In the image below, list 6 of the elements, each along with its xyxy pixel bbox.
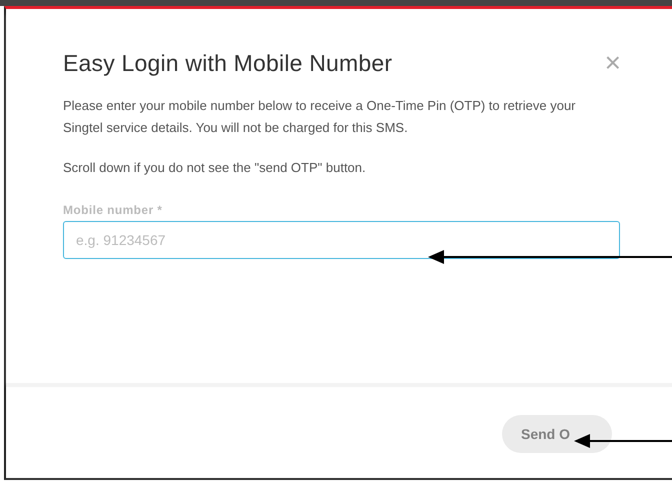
close-button[interactable]: ×: [602, 49, 623, 77]
instruction-text: Scroll down if you do not see the "send OTP" button.: [63, 159, 367, 177]
mobile-number-field[interactable]: e.g. 91234567: [63, 221, 620, 259]
dialog-title: Easy Login with Mobile Number: [63, 50, 392, 76]
instruction-text: Please enter your mobile number below to receive a One-Time Pin (OTP) to retrieve your Singtel service details. You will not be charged for this SMS.: [63, 97, 577, 137]
field-label: Mobile number *: [63, 203, 164, 217]
